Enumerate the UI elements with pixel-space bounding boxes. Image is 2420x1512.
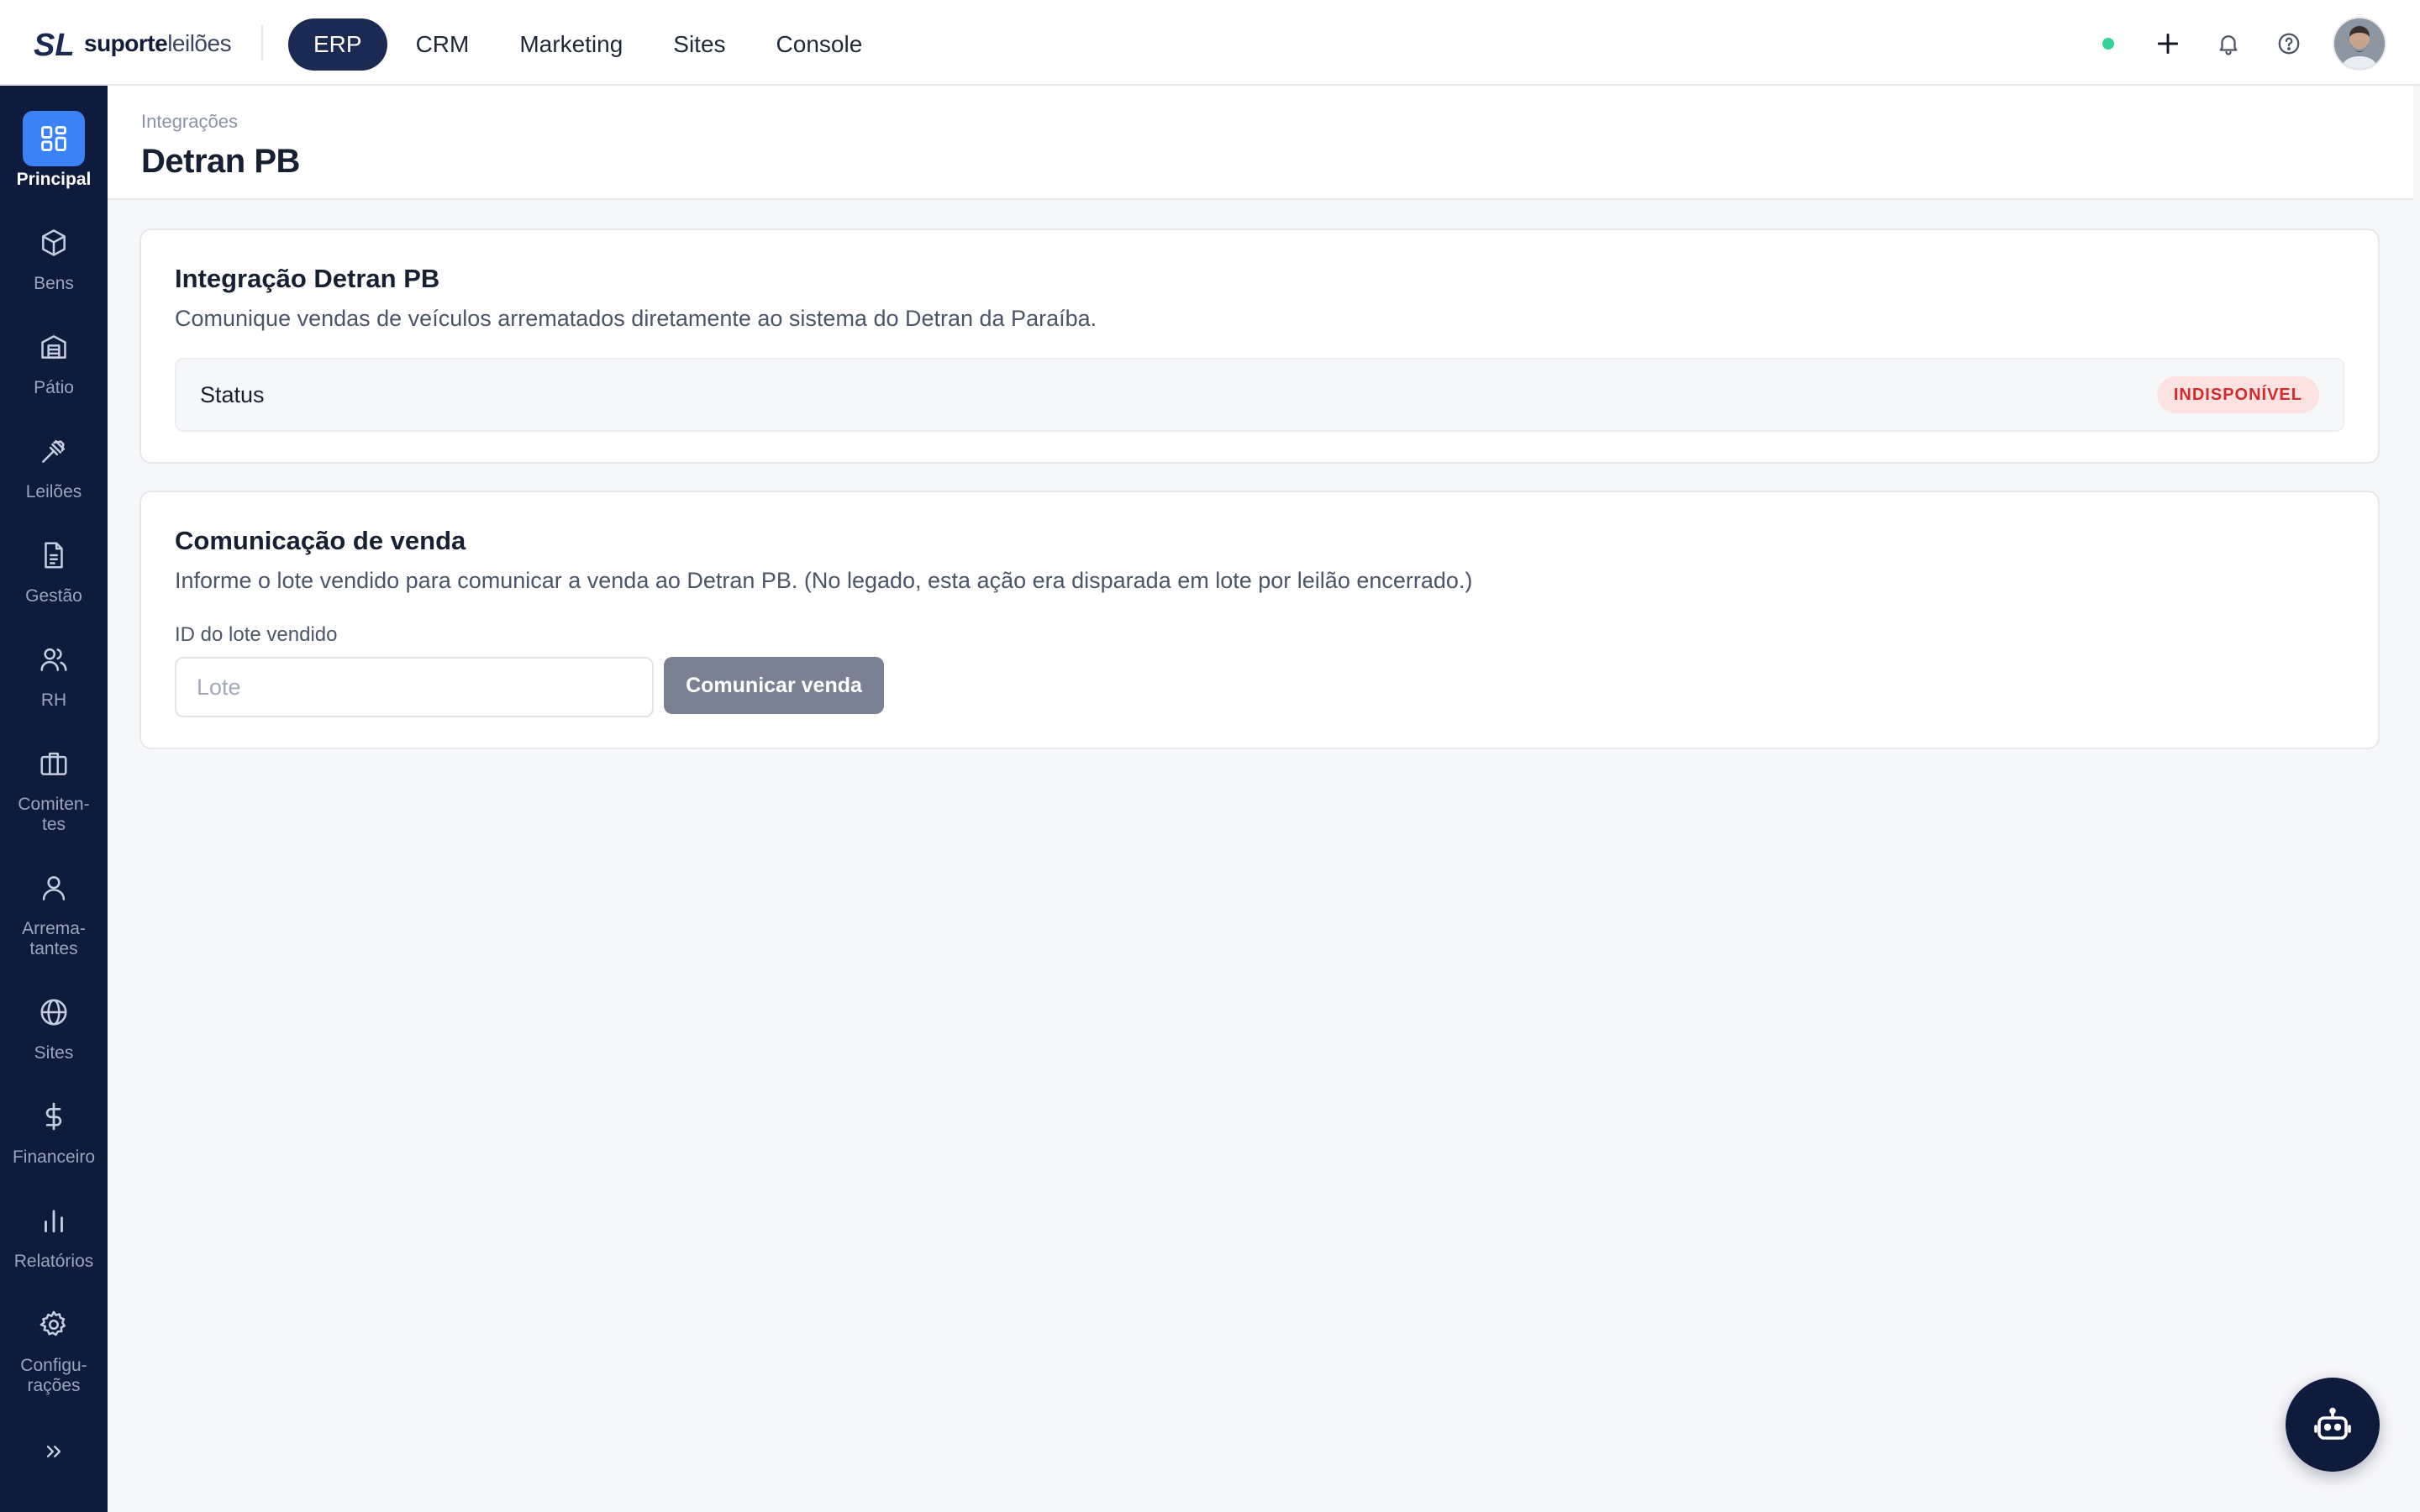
sidebar-label-principal: Principal (16, 170, 92, 189)
grid-icon (23, 111, 85, 166)
sale-card-title: Comunicação de venda (175, 526, 466, 555)
bar-chart-icon (23, 1193, 85, 1248)
user-avatar[interactable] (2333, 17, 2386, 71)
sidebar-label-sites: Sites (34, 1043, 74, 1063)
comunicar-venda-button[interactable]: Comunicar venda (664, 657, 884, 714)
sidebar-item-gestao[interactable]: Gestão (0, 528, 108, 606)
sidebar-item-leiloes[interactable]: Leilões (0, 423, 108, 502)
brand-name-regular: leilões (167, 30, 232, 56)
gavel-icon (23, 423, 85, 479)
topnav-sites[interactable]: Sites (648, 18, 750, 71)
sidebar-item-sites[interactable]: Sites (0, 984, 108, 1063)
assistant-button[interactable] (2286, 1378, 2380, 1472)
avatar-image (2334, 18, 2385, 69)
page-header: Integrações Detran PB (108, 86, 2413, 200)
sale-communication-card: Comunicação de venda Informe o lote vend… (139, 491, 2380, 749)
status-row: Status INDISPONÍVEL (175, 358, 2344, 432)
top-actions (2102, 17, 2386, 71)
sidebar-item-patio[interactable]: Pátio (0, 319, 108, 398)
sidebar-label-bens: Bens (34, 274, 74, 293)
status-badge: INDISPONÍVEL (2156, 376, 2319, 413)
logo-mark-icon: SL (34, 28, 75, 62)
integration-card: Integração Detran PB Comunique vendas de… (139, 228, 2380, 464)
sidebar-label-arrematantes: Arrema- tantes (22, 919, 86, 958)
app-root: SL suporteleilões ERP CRM Marketing Site… (0, 0, 2420, 1512)
sidebar: Principal Bens Pátio Leilões Gestão RH C… (0, 86, 108, 1512)
sidebar-label-configuracoes: Configu- rações (20, 1356, 87, 1395)
sidebar-label-gestao: Gestão (25, 586, 82, 606)
integration-card-description: Comunique vendas de veículos arrematados… (175, 306, 1097, 331)
globe-icon (23, 984, 85, 1040)
topnav-console[interactable]: Console (751, 18, 888, 71)
sidebar-item-financeiro[interactable]: Financeiro (0, 1089, 108, 1168)
topnav-erp[interactable]: ERP (288, 18, 387, 71)
bot-icon (2314, 1407, 2351, 1440)
warehouse-icon (23, 319, 85, 375)
page-title: Detran PB (141, 143, 300, 180)
lote-id-input[interactable] (175, 657, 654, 717)
top-bar: SL suporteleilões ERP CRM Marketing Site… (0, 0, 2420, 86)
help-icon[interactable] (2272, 27, 2306, 60)
sidebar-label-leiloes: Leilões (25, 482, 82, 501)
lote-id-label: ID do lote vendido (175, 623, 338, 646)
svg-text:SL: SL (34, 28, 75, 62)
sidebar-item-configuracoes[interactable]: Configu- rações (0, 1297, 108, 1396)
sidebar-item-principal[interactable]: Principal (0, 111, 108, 190)
brand-logo[interactable]: SL suporteleilões (34, 25, 232, 62)
top-divider (261, 25, 263, 60)
sidebar-item-rh[interactable]: RH (0, 632, 108, 711)
integration-card-title: Integração Detran PB (175, 264, 440, 293)
briefcase-icon (23, 736, 85, 791)
sidebar-item-bens[interactable]: Bens (0, 215, 108, 294)
sidebar-label-rh: RH (40, 690, 67, 710)
sidebar-label-financeiro: Financeiro (12, 1147, 96, 1167)
brand-name-bold: suporte (84, 30, 168, 56)
user-icon (23, 860, 85, 916)
sidebar-label-comitentes: Comiten- tes (18, 795, 90, 834)
sidebar-label-relatorios: Relatórios (13, 1252, 94, 1271)
online-status-dot (2102, 38, 2114, 50)
sidebar-collapse-button[interactable] (0, 1423, 108, 1480)
gear-icon (23, 1297, 85, 1352)
top-nav: ERP CRM Marketing Sites Console (288, 18, 887, 71)
dollar-icon (23, 1089, 85, 1144)
box-icon (23, 215, 85, 270)
sale-card-description: Informe o lote vendido para comunicar a … (175, 568, 1473, 593)
sidebar-item-relatorios[interactable]: Relatórios (0, 1193, 108, 1272)
status-label: Status (200, 382, 265, 407)
sidebar-label-patio: Pátio (34, 378, 74, 397)
breadcrumb[interactable]: Integrações (141, 111, 238, 133)
brand-name: suporteleilões (84, 30, 232, 57)
plus-icon[interactable] (2151, 27, 2185, 60)
topnav-marketing[interactable]: Marketing (494, 18, 648, 71)
document-icon (23, 528, 85, 583)
topnav-crm[interactable]: CRM (391, 18, 495, 71)
users-icon (23, 632, 85, 687)
bell-icon[interactable] (2212, 27, 2245, 60)
chevrons-right-icon (46, 1446, 61, 1457)
sidebar-item-comitentes[interactable]: Comiten- tes (0, 736, 108, 835)
sidebar-item-arrematantes[interactable]: Arrema- tantes (0, 860, 108, 959)
